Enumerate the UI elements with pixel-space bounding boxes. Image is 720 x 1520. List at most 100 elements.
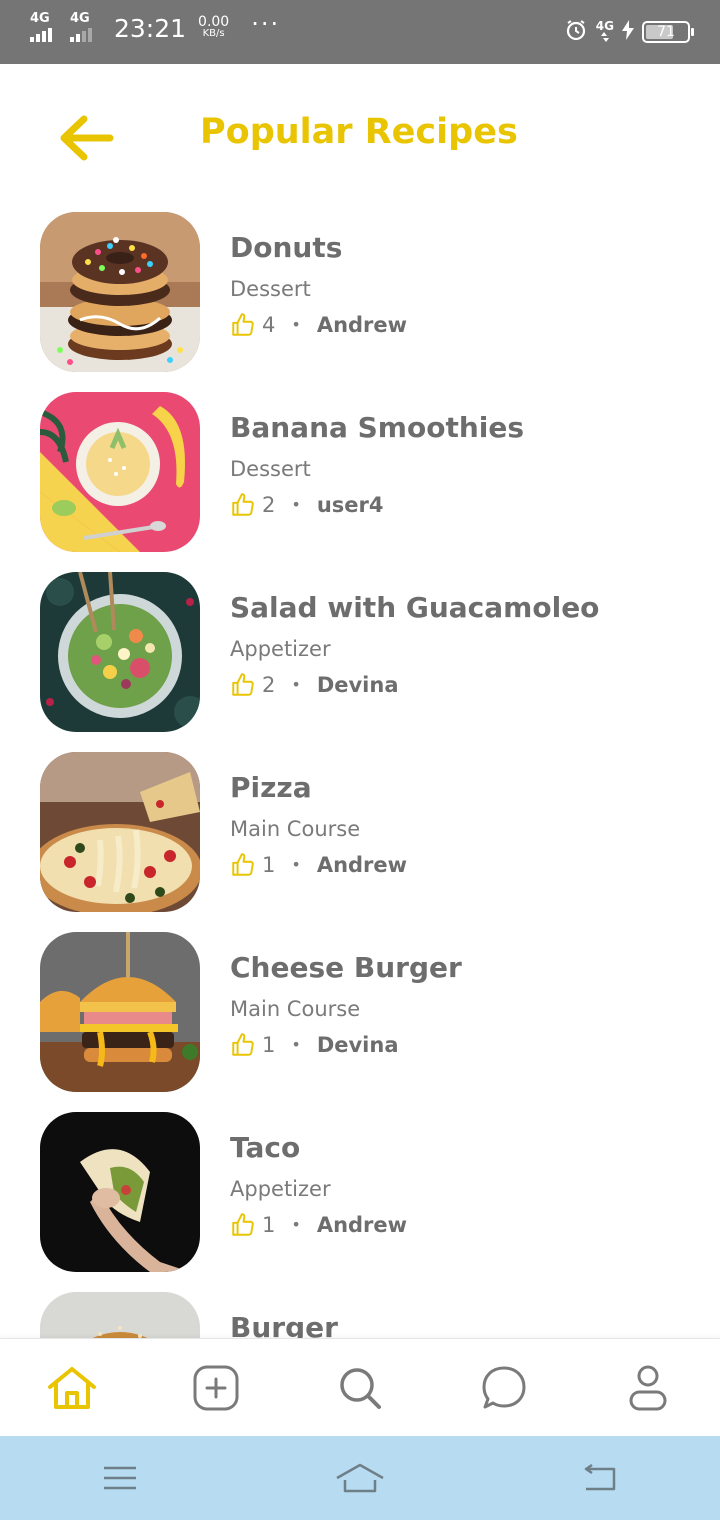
search-icon	[340, 1368, 381, 1409]
recipe-name: Salad with Guacamoleo	[230, 591, 600, 624]
recipe-category: Main Course	[230, 997, 361, 1021]
thumbs-up-icon	[232, 313, 254, 336]
recipe-name: Donuts	[230, 231, 343, 264]
recipe-name: Pizza	[230, 771, 312, 804]
likes-count: 1	[262, 853, 276, 877]
clock: 23:21	[114, 13, 187, 43]
nav-search[interactable]	[324, 1352, 396, 1424]
arrow-left-icon	[60, 115, 114, 161]
recipe-meta: 1 • Andrew	[230, 1212, 407, 1238]
page-header: Popular Recipes	[0, 64, 720, 204]
recipe-meta: 1 • Devina	[230, 1032, 462, 1058]
recipe-item-cheese-burger[interactable]: Cheese Burger Main Course 1 • Devina	[0, 932, 720, 1112]
author-name: Devina	[316, 673, 399, 697]
recipe-item-burger[interactable]: Burger	[0, 1292, 720, 1338]
recipe-category: Dessert	[230, 277, 311, 301]
status-bar: 4G 4G 23:21 0.00 KB/s ··· 4G 71	[0, 0, 720, 64]
recipe-name: Burger	[230, 1311, 338, 1339]
thumbs-up-icon	[232, 493, 254, 516]
thumbs-up-icon	[232, 673, 254, 696]
recipe-name: Banana Smoothies	[230, 411, 525, 444]
recipe-image-cheese-burger	[40, 932, 200, 1092]
signal-icon: 4G	[30, 12, 60, 44]
recipe-info: Burger	[230, 1311, 338, 1339]
author-name: user4	[316, 493, 384, 517]
recipe-image-banana-smoothies	[40, 392, 200, 552]
recipe-item-donuts[interactable]: Donuts Dessert 4 • Andrew	[0, 212, 720, 392]
network-type-2: 4G	[70, 11, 90, 26]
likes-count: 1	[262, 1213, 276, 1237]
recipe-list[interactable]: Donuts Dessert 4 • Andrew Banana Smoothi…	[0, 212, 720, 1338]
likes-count: 4	[262, 313, 276, 337]
author-name: Andrew	[316, 313, 408, 337]
recipe-name: Cheese Burger	[230, 951, 462, 984]
recipe-info: Salad with Guacamoleo Appetizer 2 • Devi…	[230, 592, 599, 698]
recipe-meta: 1 • Andrew	[230, 852, 407, 878]
separator-dot: •	[291, 855, 301, 874]
charging-icon	[622, 20, 634, 44]
recipe-image-salad	[40, 572, 200, 732]
author-name: Andrew	[316, 1213, 408, 1237]
recipe-item-taco[interactable]: Taco Appetizer 1 • Andrew	[0, 1112, 720, 1292]
system-navigation-bar	[0, 1436, 720, 1520]
back-icon	[584, 1463, 616, 1491]
system-menu-button[interactable]	[80, 1448, 160, 1508]
battery-percentage: 71	[657, 24, 675, 40]
system-back-button[interactable]	[560, 1448, 640, 1508]
separator-dot: •	[291, 675, 301, 694]
recipe-info: Pizza Main Course 1 • Andrew	[230, 772, 407, 878]
mobile-data-icon: 4G	[596, 20, 614, 44]
recipe-category: Dessert	[230, 457, 311, 481]
recipe-info: Banana Smoothies Dessert 2 • user4	[230, 412, 524, 518]
recipe-meta: 4 • Andrew	[230, 312, 407, 338]
separator-dot: •	[291, 1035, 301, 1054]
recipe-image-donuts	[40, 212, 200, 372]
menu-icon	[104, 1466, 136, 1490]
nav-home[interactable]	[36, 1352, 108, 1424]
recipe-name: Taco	[230, 1131, 301, 1164]
author-name: Andrew	[316, 853, 408, 877]
author-name: Devina	[316, 1033, 399, 1057]
recipe-category: Main Course	[230, 817, 361, 841]
right-network-label: 4G	[595, 19, 614, 33]
recipe-image-pizza	[40, 752, 200, 912]
recipe-info: Cheese Burger Main Course 1 • Devina	[230, 952, 462, 1058]
alarm-icon	[564, 18, 588, 46]
back-button[interactable]	[52, 108, 118, 168]
chat-bubble-icon	[482, 1366, 526, 1409]
likes-count: 2	[262, 493, 276, 517]
user-icon	[629, 1365, 667, 1411]
recipe-item-salad-with-guacamoleo[interactable]: Salad with Guacamoleo Appetizer 2 • Devi…	[0, 572, 720, 752]
recipe-meta: 2 • user4	[230, 492, 524, 518]
nav-messages[interactable]	[468, 1352, 540, 1424]
home-icon	[48, 1367, 96, 1409]
recipe-meta: 2 • Devina	[230, 672, 599, 698]
recipe-info: Taco Appetizer 1 • Andrew	[230, 1132, 407, 1238]
system-home-button[interactable]	[320, 1448, 400, 1508]
speed-value: 0.00	[198, 14, 230, 30]
nav-add-recipe[interactable]	[180, 1352, 252, 1424]
recipe-category: Appetizer	[230, 1177, 331, 1201]
separator-dot: •	[291, 1215, 301, 1234]
thumbs-up-icon	[232, 853, 254, 876]
network-speed: 0.00 KB/s	[198, 14, 230, 40]
speed-unit: KB/s	[202, 28, 225, 39]
recipe-category: Appetizer	[230, 637, 331, 661]
more-notifications-icon: ···	[251, 10, 281, 38]
likes-count: 1	[262, 1033, 276, 1057]
recipe-item-banana-smoothies[interactable]: Banana Smoothies Dessert 2 • user4	[0, 392, 720, 572]
recipe-info: Donuts Dessert 4 • Andrew	[230, 232, 407, 338]
recipe-image-burger	[40, 1292, 200, 1338]
likes-count: 2	[262, 673, 276, 697]
status-left: 4G 4G 23:21 0.00 KB/s ···	[30, 10, 281, 44]
home-outline-icon	[336, 1463, 384, 1493]
recipe-item-pizza[interactable]: Pizza Main Course 1 • Andrew	[0, 752, 720, 932]
page-title: Popular Recipes	[200, 112, 518, 152]
thumbs-up-icon	[232, 1213, 254, 1236]
nav-profile[interactable]	[612, 1352, 684, 1424]
separator-dot: •	[291, 495, 301, 514]
add-square-icon	[193, 1365, 239, 1411]
battery-icon: 71	[642, 21, 694, 43]
status-right: 4G 71	[564, 18, 694, 46]
separator-dot: •	[291, 315, 301, 334]
